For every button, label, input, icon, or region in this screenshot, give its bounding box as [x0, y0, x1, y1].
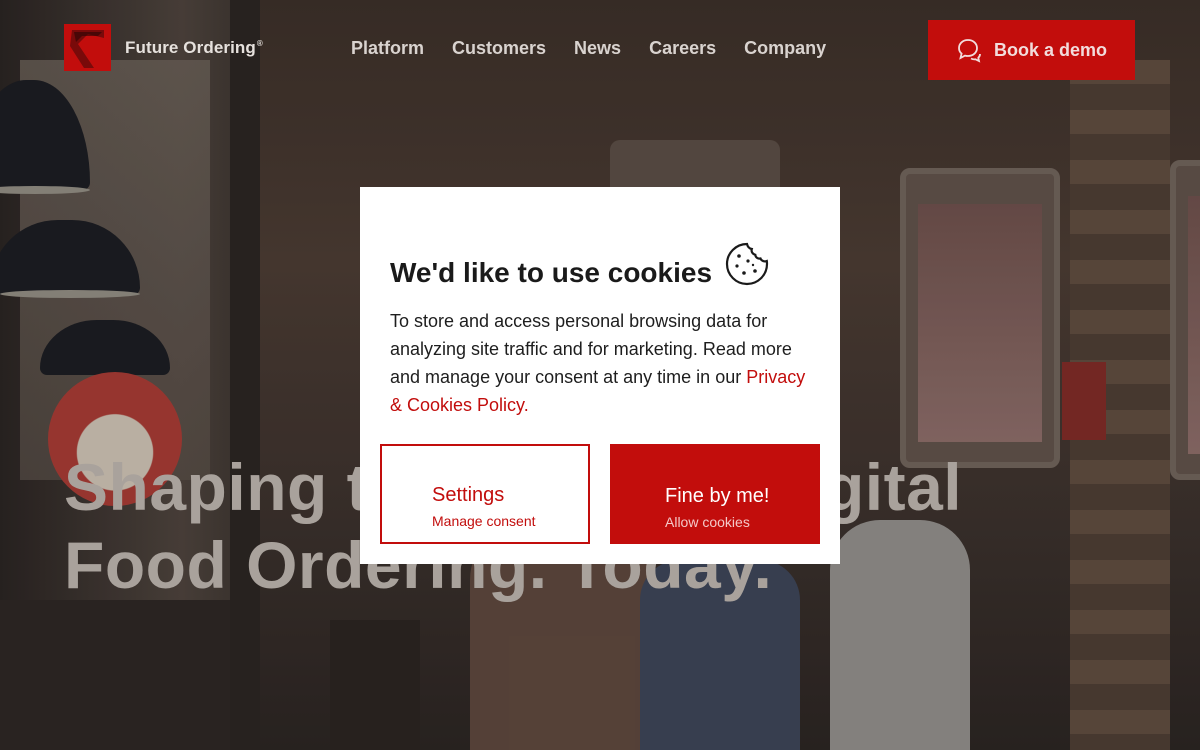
nav-platform[interactable]: Platform: [351, 38, 424, 59]
dialog-title: We'd like to use cookies: [390, 257, 713, 288]
nav-company[interactable]: Company: [744, 38, 826, 59]
chat-bubble-icon: [958, 39, 981, 63]
nav-careers[interactable]: Careers: [649, 38, 716, 59]
nav-customers[interactable]: Customers: [452, 38, 546, 59]
settings-button-label: Settings: [432, 483, 505, 506]
accept-button-label: Fine by me!: [665, 484, 770, 507]
cookie-icon: [725, 242, 769, 286]
nav-news[interactable]: News: [574, 38, 621, 59]
brand-logo[interactable]: Future Ordering®: [64, 24, 263, 71]
brand-name: Future Ordering®: [125, 37, 263, 57]
future-ordering-logo-icon: [64, 24, 111, 71]
accept-button-sublabel: Allow cookies: [665, 513, 750, 530]
main-nav: Platform Customers News Careers Company: [351, 38, 826, 59]
settings-button-sublabel: Manage consent: [432, 512, 536, 529]
accept-cookies-button[interactable]: Fine by me! Allow cookies: [610, 444, 820, 544]
cookie-consent-dialog: We'd like to use cookies To store and ac…: [360, 187, 840, 564]
book-demo-label: Book a demo: [993, 39, 1108, 60]
book-demo-button[interactable]: Book a demo: [928, 20, 1135, 80]
dialog-header: We'd like to use cookies: [390, 242, 770, 289]
dialog-description: To store and access personal browsing da…: [390, 311, 806, 415]
site-header: Future Ordering® Platform Customers News…: [0, 0, 1200, 100]
settings-button[interactable]: Settings Manage consent: [380, 444, 590, 544]
